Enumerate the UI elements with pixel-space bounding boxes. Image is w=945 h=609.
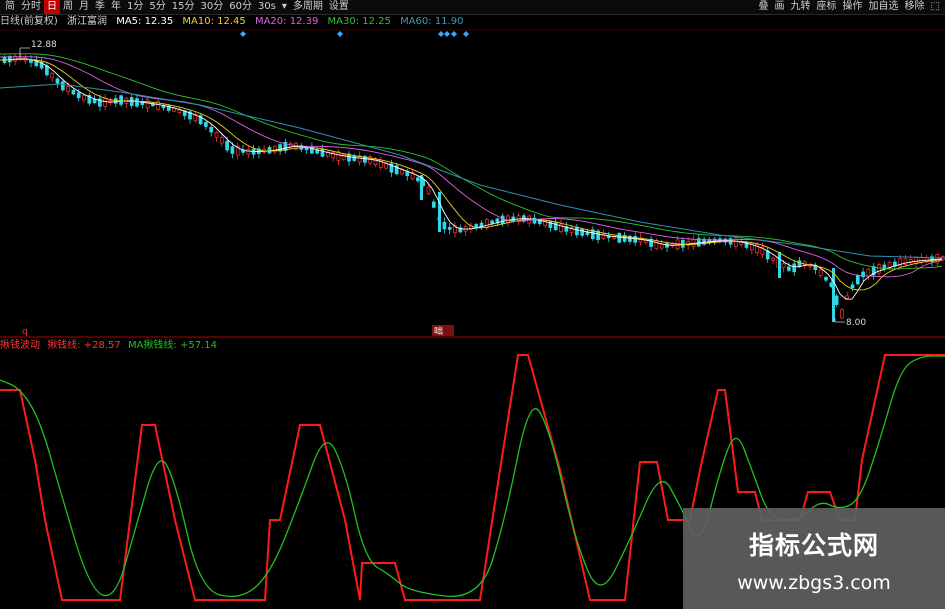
signal-diamond <box>444 31 450 37</box>
candle-body <box>29 59 33 63</box>
candle-body <box>219 137 224 144</box>
candle-body <box>824 276 828 281</box>
candle-body <box>246 148 251 155</box>
candle-body <box>416 177 420 182</box>
candle-body <box>103 98 108 107</box>
candle-body <box>442 221 447 230</box>
indicator-header: 揪钱波动 揪钱线: +28.57 MA揪钱线: +57.14 <box>0 339 945 353</box>
low-price-label: 8.00 <box>846 318 866 328</box>
watermark-url: www.zbgs3.com <box>737 572 891 594</box>
candle-body <box>866 268 871 277</box>
candle-body <box>60 81 65 91</box>
indicator-value-main: 揪钱线: +28.57 <box>47 340 121 351</box>
signal-diamond <box>438 31 444 37</box>
candle-body <box>145 99 150 109</box>
signal-diamond <box>451 31 457 37</box>
candle-body <box>438 192 441 232</box>
indicator-value-signal: MA揪钱线: +57.14 <box>127 340 217 351</box>
candle-body <box>352 155 357 161</box>
candle-body <box>225 140 229 151</box>
candle-body <box>426 186 431 195</box>
candle-body <box>914 257 918 264</box>
candle-body <box>135 98 139 107</box>
candle-body <box>665 243 669 248</box>
candle-body <box>617 232 622 243</box>
marker-q: q <box>22 327 28 337</box>
candle-body <box>204 121 208 127</box>
candle-body <box>431 201 436 208</box>
candle-body <box>76 92 81 99</box>
candle-body <box>45 65 49 76</box>
candle-body <box>781 263 786 269</box>
candle-body <box>834 295 839 305</box>
candle-body <box>177 109 182 114</box>
candle-body <box>447 227 452 230</box>
candle-body <box>341 154 346 160</box>
candle-body <box>654 239 659 249</box>
candle-body <box>506 215 510 224</box>
candle-body <box>580 228 585 236</box>
candle-body <box>50 73 55 79</box>
candle-body <box>850 284 855 289</box>
watermark: 指标公式网 www.zbgs3.com <box>683 508 945 609</box>
ma10-line <box>0 58 943 291</box>
indicator-title[interactable]: 揪钱波动 <box>0 340 40 351</box>
candle-body <box>778 252 781 278</box>
candle-body <box>787 266 791 271</box>
candle-body <box>845 295 850 299</box>
candle-body <box>532 217 537 224</box>
candle-body <box>66 86 70 92</box>
candle-body <box>55 78 60 84</box>
candle-body <box>832 268 835 322</box>
candle-body <box>792 263 797 273</box>
candle-body <box>734 237 738 247</box>
high-price-label: 12.88 <box>31 40 57 50</box>
signal-diamond <box>463 31 469 37</box>
candle-body <box>82 95 86 101</box>
candle-body <box>172 107 176 112</box>
candle-body <box>691 238 696 247</box>
candle-body <box>919 257 924 263</box>
candle-body <box>797 260 802 267</box>
signal-diamond <box>240 31 246 37</box>
ma30-line <box>0 53 943 270</box>
candle-body <box>230 146 235 154</box>
candle-body <box>818 269 823 276</box>
candle-body <box>304 147 309 151</box>
candle-body <box>384 163 388 169</box>
candle-body <box>267 147 272 154</box>
watermark-title: 指标公式网 <box>748 531 879 560</box>
candle-body <box>71 90 76 95</box>
candle-body <box>119 95 123 105</box>
candle-body <box>840 309 844 319</box>
candle-body <box>214 132 219 138</box>
marker-box-label: 咄 <box>434 325 443 337</box>
candle-body <box>209 127 214 133</box>
candle-body <box>855 275 860 285</box>
signal-diamond <box>337 31 343 37</box>
candle-body <box>575 226 579 236</box>
ma60-line <box>0 83 945 259</box>
candle-body <box>320 148 325 157</box>
candle-body <box>771 257 775 261</box>
candle-body <box>500 215 505 225</box>
